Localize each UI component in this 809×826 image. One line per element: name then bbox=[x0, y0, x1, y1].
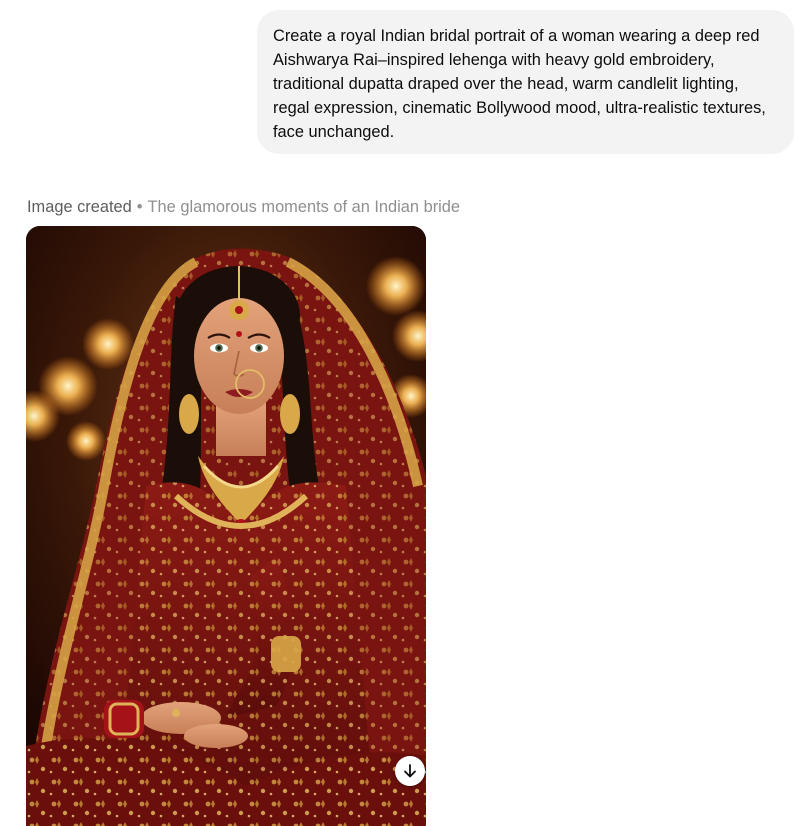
separator-dot: • bbox=[136, 198, 143, 216]
generated-image[interactable] bbox=[26, 226, 426, 826]
user-message-bubble: Create a royal Indian bridal portrait of… bbox=[257, 10, 794, 154]
image-caption: Image created • The glamorous moments of a… bbox=[27, 196, 460, 218]
arrow-down-icon bbox=[404, 764, 416, 778]
bridal-portrait-illustration bbox=[26, 226, 426, 826]
download-button[interactable] bbox=[395, 756, 425, 786]
image-status: Image created bbox=[27, 198, 132, 216]
image-title: The glamorous moments of an Indian bride bbox=[147, 198, 461, 216]
user-message-text: Create a royal Indian bridal portrait of… bbox=[273, 27, 766, 141]
